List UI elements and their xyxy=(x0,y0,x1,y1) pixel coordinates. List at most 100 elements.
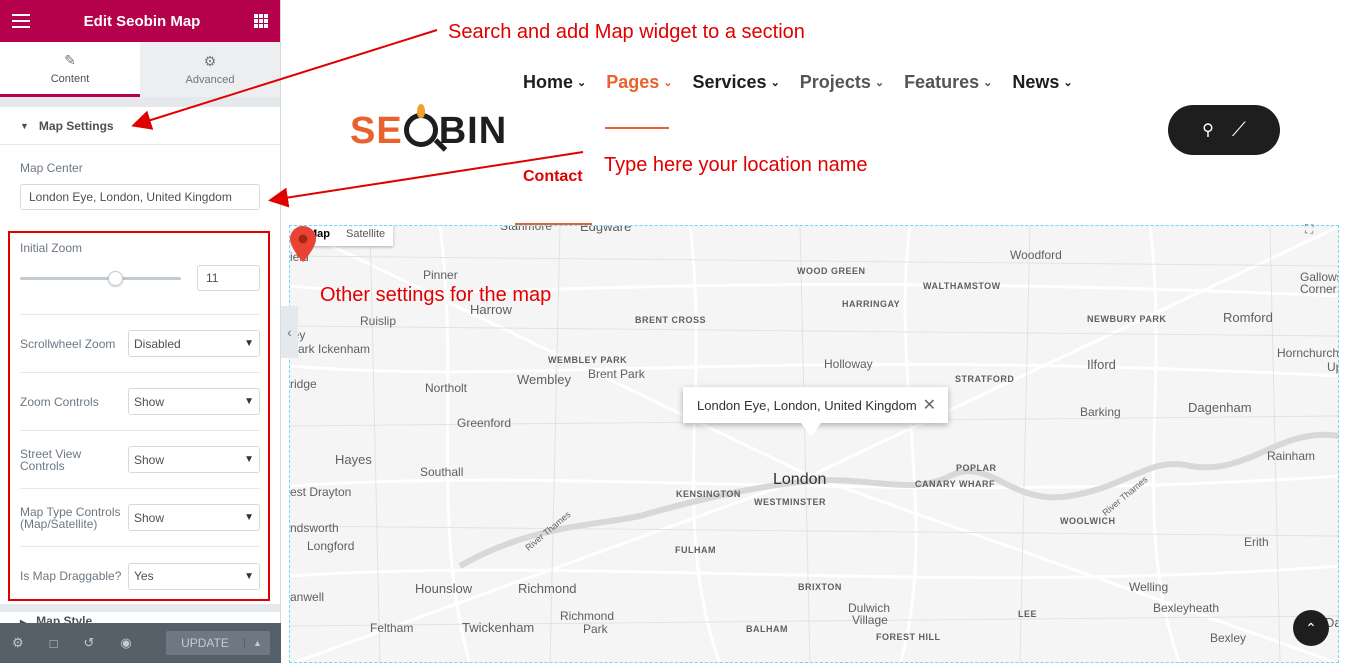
map-place-label: NEWBURY PARK xyxy=(1087,314,1167,324)
panel-footer: ⚙ □ ↺ ◉ UPDATE ▲ xyxy=(0,623,281,663)
map-place-label: FULHAM xyxy=(675,545,716,555)
setting-row-street-view: Street View Controls Show ▼ xyxy=(20,431,260,489)
dropdown-arrow-icon: ▼ xyxy=(244,338,254,349)
map-place-label: Greenford xyxy=(457,416,512,430)
widgets-grid-icon[interactable] xyxy=(253,14,268,28)
map-place-label: Bexley xyxy=(1210,631,1247,645)
tab-advanced[interactable]: ⚙ Advanced xyxy=(140,42,280,97)
setting-label: Street View Controls xyxy=(20,446,82,473)
search-icon[interactable]: ⚲ xyxy=(1202,120,1214,140)
nav-item-home[interactable]: Home ⌄ xyxy=(523,72,586,93)
map-place-label: Southall xyxy=(420,465,464,479)
map-place-label: est Drayton xyxy=(290,485,352,499)
header-actions: ⚲ ⟋ xyxy=(1168,105,1280,155)
map-place-label: BALHAM xyxy=(746,624,788,634)
close-icon[interactable]: ✕ xyxy=(923,395,936,415)
responsive-desktop-icon[interactable]: □ xyxy=(50,636,58,651)
update-button[interactable]: UPDATE xyxy=(166,636,244,650)
editor-panel: Edit Seobin Map ✎ Content ⚙ Advanced ▼ M… xyxy=(0,0,281,663)
setting-row-scrollwheel: Scrollwheel Zoom Disabled ▼ xyxy=(20,315,260,373)
setting-label: Scrollwheel Zoom xyxy=(20,336,116,351)
nav-item-label: Projects xyxy=(799,72,871,92)
map-place-label: Holloway xyxy=(824,357,873,371)
map-center-input[interactable]: London Eye, London, United Kingdom xyxy=(20,184,260,210)
map-marker-pin-icon[interactable] xyxy=(290,226,316,262)
nav-item-pages[interactable]: Pages ⌄ xyxy=(606,72,672,93)
map-place-label: Park xyxy=(583,622,608,636)
nav-item-label: Features xyxy=(904,72,980,92)
map-place-label: Erith xyxy=(1244,535,1269,549)
map-place-label: Dagenham xyxy=(1188,400,1252,415)
map-draggable-select[interactable]: Yes ▼ xyxy=(128,562,260,590)
map-place-label: STRATFORD xyxy=(955,374,1015,384)
tab-advanced-label: Advanced xyxy=(185,74,235,86)
nav-item-label: Services xyxy=(692,72,767,92)
nav-item-features[interactable]: Features ⌄ xyxy=(904,72,992,93)
update-button-group: UPDATE ▲ xyxy=(166,631,270,655)
map-place-label: WEMBLEY PARK xyxy=(548,355,628,365)
scroll-to-top-button[interactable]: ⌃ xyxy=(1293,610,1329,646)
seobin-logo[interactable]: SE BIN xyxy=(350,104,507,153)
zoom-number-input[interactable]: 11 xyxy=(197,265,260,291)
info-window-text: London Eye, London, United Kingdom xyxy=(697,397,917,413)
collapse-panel-button[interactable]: ‹ xyxy=(281,306,298,358)
site-header: SE BIN Home ⌄ Pages ⌄ Services ⌄ Projects ⌄ Featu… xyxy=(281,0,1353,225)
logo-part1: SE xyxy=(350,110,403,152)
map-type-controls-select[interactable]: Show ▼ xyxy=(128,504,260,531)
nav-item-news[interactable]: News ⌄ xyxy=(1012,72,1072,93)
nav-item-contact[interactable]: Contact xyxy=(523,168,583,186)
map-place-label: KENSINGTON xyxy=(676,489,741,499)
dropdown-arrow-icon: ▼ xyxy=(244,512,254,523)
map-place-label: HARRINGAY xyxy=(842,299,901,309)
map-info-window: London Eye, London, United Kingdom ✕ xyxy=(683,387,948,437)
map-place-label: Ilford xyxy=(1087,357,1116,372)
setting-label: Is Map Draggable? xyxy=(20,569,122,583)
dropdown-arrow-icon: ▼ xyxy=(244,454,254,465)
pages-underline xyxy=(605,127,669,129)
street-view-select[interactable]: Show ▼ xyxy=(128,446,260,473)
map-settings-controls: Map Center London Eye, London, United Ki… xyxy=(0,145,280,605)
tab-content[interactable]: ✎ Content xyxy=(0,42,140,97)
hamburger-menu-icon[interactable] xyxy=(12,14,30,28)
map-place-label: Village xyxy=(852,613,888,627)
nav-item-projects[interactable]: Projects ⌄ xyxy=(800,72,884,93)
settings-gear-icon[interactable]: ⚙ xyxy=(12,635,24,651)
map-place-label: Brent Park xyxy=(588,367,645,381)
pencil-icon: ✎ xyxy=(64,51,76,68)
history-icon[interactable]: ↺ xyxy=(84,635,95,651)
map-place-label: Stanmore xyxy=(500,225,553,233)
fullscreen-icon[interactable]: ⛶ xyxy=(1305,222,1323,236)
menu-stripes-icon[interactable]: ⟋ xyxy=(1232,119,1246,142)
map-place-label: Barking xyxy=(1080,405,1121,419)
zoom-controls-select[interactable]: Show ▼ xyxy=(128,388,260,415)
panel-header: Edit Seobin Map xyxy=(0,0,280,42)
nav-item-label: Pages xyxy=(606,72,660,92)
map-center-control: Map Center London Eye, London, United Ki… xyxy=(20,145,260,215)
map-place-label: FOREST HILL xyxy=(876,632,941,642)
chevron-down-icon: ⌄ xyxy=(983,77,993,89)
scrollwheel-zoom-select[interactable]: Disabled ▼ xyxy=(128,330,260,357)
map-place-label: WALTHAMSTOW xyxy=(923,281,1001,291)
dropdown-arrow-icon: ▼ xyxy=(244,396,254,407)
section-title: Map Settings xyxy=(38,118,114,133)
map-place-label: Richmond xyxy=(560,609,615,623)
preview-eye-icon[interactable]: ◉ xyxy=(120,635,131,651)
map-type-satellite-button[interactable]: Satellite xyxy=(338,226,393,246)
map-place-label: Hounslow xyxy=(415,581,473,596)
map-place-label: Feltham xyxy=(370,621,414,635)
map-place-label: Richmond xyxy=(518,581,577,596)
zoom-slider-track xyxy=(20,277,181,280)
section-map-style[interactable]: ▶Map Style xyxy=(0,604,280,628)
zoom-slider[interactable] xyxy=(20,271,181,286)
nav-item-services[interactable]: Services ⌄ xyxy=(693,72,780,93)
caret-up-icon[interactable]: ▲ xyxy=(244,638,270,648)
select-value: Show xyxy=(134,510,165,525)
zoom-slider-handle[interactable] xyxy=(108,271,123,286)
map-place-label: Longford xyxy=(307,539,355,553)
setting-label: Map Type Controls (Map/Satellite) xyxy=(20,504,121,531)
map-place-label: CANARY WHARF xyxy=(915,479,995,489)
chevron-down-icon: ⌄ xyxy=(770,77,780,89)
section-map-settings[interactable]: ▼ Map Settings xyxy=(0,107,280,145)
dropdown-arrow-icon: ▼ xyxy=(244,570,254,582)
annotation-other-settings: Other settings for the map xyxy=(320,284,552,306)
